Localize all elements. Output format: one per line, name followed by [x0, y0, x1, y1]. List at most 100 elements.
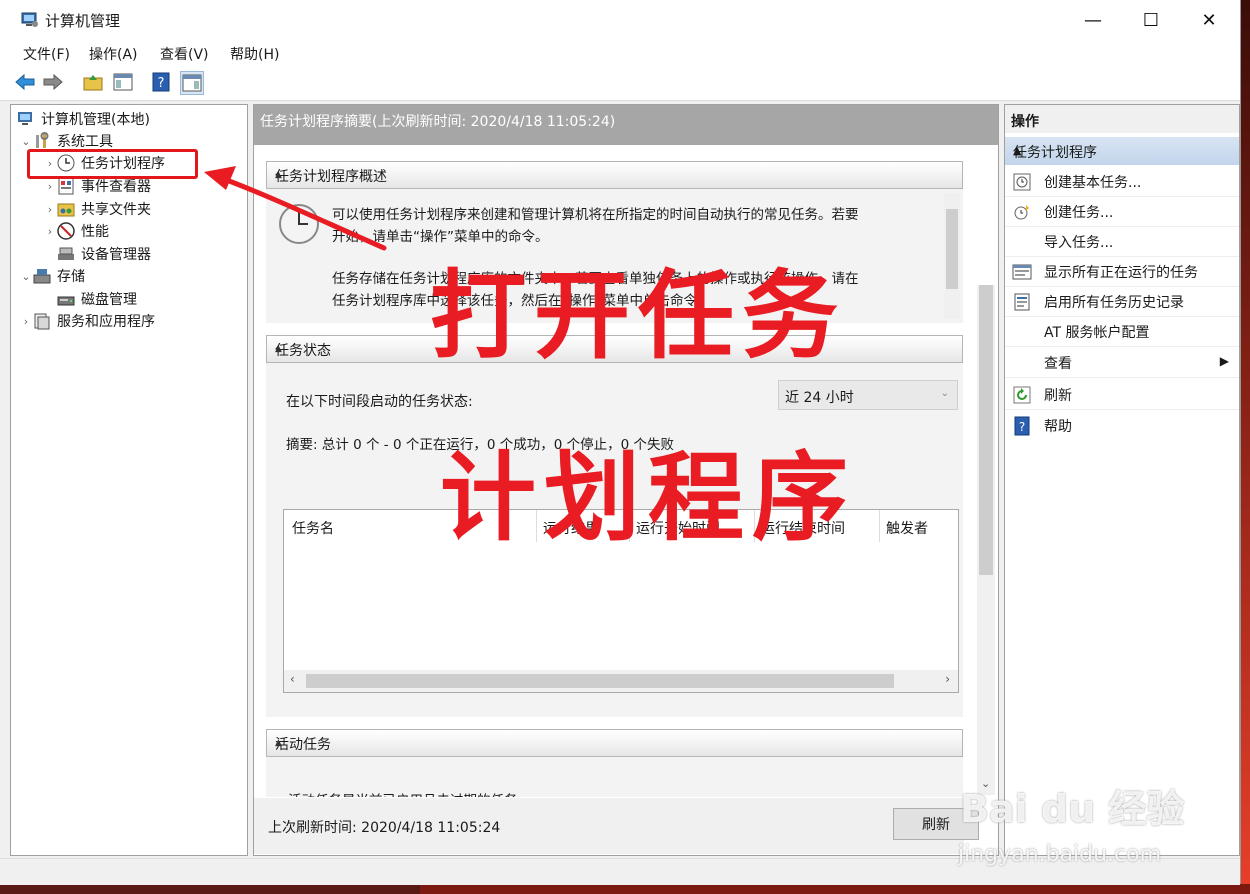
watermark-url: jingyan.baidu.com — [958, 842, 1162, 867]
actions-group-header[interactable]: 任务计划程序 ▲ — [1005, 137, 1239, 165]
action-view[interactable]: 查看 ▶ — [1005, 348, 1239, 378]
details-header-title: 任务计划程序摘要(上次刷新时间: 2020/4/18 11:05:24) — [260, 114, 616, 130]
computer-management-icon — [18, 112, 32, 125]
details-scrollbar[interactable]: ⌄ — [977, 285, 995, 795]
tree-item-event-viewer[interactable]: › 事件查看器 — [43, 176, 151, 196]
overview-text-line: 可以使用任务计划程序来创建和管理计算机将在所指定的时间自动执行的常见任务。若要 — [332, 207, 859, 223]
maximize-button[interactable]: ☐ — [1122, 0, 1180, 40]
action-label: 刷新 — [1044, 387, 1072, 404]
period-label: 在以下时间段启动的任务状态: — [286, 394, 473, 410]
details-status-bar: 上次刷新时间: 2020/4/18 11:05:24 刷新 — [254, 798, 979, 854]
actions-pane: 操作 任务计划程序 ▲ 创建基本任务... 创建任务... 导入任务... 显示… — [1004, 104, 1240, 856]
action-label: 显示所有正在运行的任务 — [1044, 264, 1198, 281]
action-import-task[interactable]: 导入任务... — [1005, 227, 1239, 257]
menu-file[interactable]: 文件(F) — [23, 44, 70, 64]
window-title: 计算机管理 — [45, 12, 121, 30]
desktop-background-bottom — [420, 884, 1250, 894]
menu-help[interactable]: 帮助(H) — [230, 44, 279, 64]
scroll-left-icon[interactable]: ‹ — [290, 672, 295, 686]
chevron-down-icon: ⌄ — [940, 388, 949, 399]
close-button[interactable]: ✕ — [1180, 0, 1238, 40]
column-header-task-name[interactable]: 任务名 — [292, 518, 334, 538]
show-hide-console-tree-icon[interactable] — [112, 71, 134, 93]
tree-item-label: 设备管理器 — [81, 247, 151, 263]
collapse-up-icon[interactable]: ▲ — [1013, 144, 1229, 157]
tools-icon — [36, 132, 49, 148]
action-label: AT 服务帐户配置 — [1044, 324, 1150, 341]
create-task-icon — [1014, 204, 1029, 219]
chevron-right-icon[interactable]: › — [43, 225, 57, 238]
action-label: 查看 — [1044, 355, 1072, 372]
help-icon[interactable]: ? — [150, 71, 172, 93]
collapse-up-icon[interactable]: ▲ — [275, 170, 954, 180]
history-icon — [1014, 293, 1030, 310]
refresh-icon — [1013, 386, 1031, 403]
tree-root-label: 计算机管理(本地) — [41, 112, 150, 128]
chevron-right-icon[interactable]: › — [43, 203, 57, 216]
active-tasks-section: 活动任务 ▲ 活动任务是当前已启用且未过期的任务。 — [266, 729, 963, 797]
desktop-background-right — [1240, 0, 1250, 894]
active-tasks-section-header[interactable]: 活动任务 ▲ — [266, 729, 963, 757]
tree-item-label: 事件查看器 — [81, 179, 151, 195]
disk-icon — [57, 296, 75, 306]
storage-icon — [33, 269, 51, 284]
overview-scrollbar[interactable] — [944, 193, 960, 319]
up-folder-icon[interactable] — [82, 71, 104, 93]
tree-root[interactable]: 计算机管理(本地) — [17, 109, 150, 129]
menu-view[interactable]: 查看(V) — [160, 44, 209, 64]
tree-item-services-apps[interactable]: › 服务和应用程序 — [19, 311, 155, 331]
title-bar[interactable]: 计算机管理 — ☐ ✕ — [0, 0, 1240, 40]
services-icon — [34, 313, 50, 330]
actions-title-label: 操作 — [1011, 114, 1039, 130]
scrollbar-thumb[interactable] — [946, 209, 958, 289]
overview-section-header[interactable]: 任务计划程序概述 ▲ — [266, 161, 963, 189]
basic-task-icon — [1013, 173, 1031, 190]
action-label: 帮助 — [1044, 419, 1072, 435]
action-create-task[interactable]: 创建任务... — [1005, 197, 1239, 227]
tree-item-device-manager[interactable]: 设备管理器 — [57, 244, 151, 264]
column-header-triggered-by[interactable]: 触发者 — [886, 518, 928, 538]
period-select[interactable]: 近 24 小时 ⌄ — [778, 380, 958, 410]
toolbar: ? — [0, 66, 1240, 101]
highlight-box — [27, 149, 198, 179]
chevron-down-icon[interactable]: ⌄ — [19, 270, 33, 283]
scrollbar-thumb[interactable] — [979, 285, 993, 575]
console-tree: 计算机管理(本地) ⌄ 系统工具 › 任务计划程序 › 事件查看器 › 共享文件… — [10, 104, 248, 856]
svg-text:?: ? — [158, 76, 165, 91]
action-help[interactable]: ? 帮助 — [1005, 411, 1239, 441]
action-label: 导入任务... — [1044, 234, 1114, 251]
last-refresh-time: 上次刷新时间: 2020/4/18 11:05:24 — [268, 820, 501, 836]
menu-action[interactable]: 操作(A) — [89, 44, 138, 64]
minimize-button[interactable]: — — [1064, 0, 1122, 40]
action-at-service-account[interactable]: AT 服务帐户配置 — [1005, 317, 1239, 347]
chevron-right-icon[interactable]: › — [43, 180, 57, 193]
action-display-running-tasks[interactable]: 显示所有正在运行的任务 — [1005, 257, 1239, 287]
no-entry-icon — [57, 222, 75, 240]
tree-item-storage[interactable]: ⌄ 存储 — [19, 266, 85, 286]
table-hscrollbar[interactable]: ‹ › — [284, 670, 958, 692]
scroll-right-icon[interactable]: › — [945, 672, 950, 686]
tree-item-performance[interactable]: › 性能 — [43, 221, 109, 241]
show-hide-action-pane-icon[interactable] — [180, 71, 204, 95]
event-log-icon — [58, 177, 74, 195]
tree-item-disk-management[interactable]: 磁盘管理 — [57, 289, 137, 309]
action-create-basic-task[interactable]: 创建基本任务... — [1005, 167, 1239, 197]
help-icon: ? — [1014, 416, 1030, 436]
action-refresh[interactable]: 刷新 — [1005, 380, 1239, 410]
collapse-up-icon[interactable]: ▲ — [275, 738, 954, 748]
tree-item-label: 磁盘管理 — [81, 292, 137, 308]
tree-item-system-tools[interactable]: ⌄ 系统工具 — [19, 131, 113, 151]
action-enable-history[interactable]: 启用所有任务历史记录 — [1005, 287, 1239, 317]
submenu-arrow-icon: ▶ — [1219, 354, 1229, 368]
chevron-right-icon[interactable]: › — [19, 315, 33, 328]
tree-item-shared-folders[interactable]: › 共享文件夹 — [43, 199, 151, 219]
actions-title: 操作 — [1005, 105, 1239, 133]
back-arrow-icon[interactable] — [14, 71, 36, 93]
computer-management-icon — [21, 12, 38, 27]
chevron-down-icon[interactable]: ⌄ — [19, 135, 33, 148]
forward-arrow-icon[interactable] — [42, 71, 64, 93]
scrollbar-thumb[interactable] — [306, 674, 894, 688]
action-label: 创建基本任务... — [1044, 174, 1142, 191]
svg-text:?: ? — [1019, 420, 1025, 434]
menu-bar: 文件(F) 操作(A) 查看(V) 帮助(H) — [0, 40, 1240, 66]
